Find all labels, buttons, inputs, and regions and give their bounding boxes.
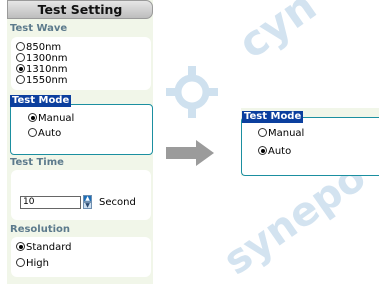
- test-time-heading: Test Time: [10, 157, 64, 168]
- wave-option-1300[interactable]: 1300nm: [16, 53, 68, 64]
- test-time-group: 10 ▲ ▼ Second: [11, 170, 151, 220]
- radio-icon: [28, 128, 37, 137]
- test-setting-panel: Test Setting Test Wave 850nm 1300nm 1310…: [7, 0, 153, 284]
- result-mode-option-manual[interactable]: Manual: [258, 128, 304, 139]
- radio-selected-icon: [16, 242, 25, 251]
- result-test-mode-panel: Test Mode Manual Auto: [241, 108, 379, 176]
- spin-up-icon[interactable]: ▲: [83, 195, 92, 202]
- test-mode-heading: Test Mode: [10, 95, 72, 107]
- resolution-heading: Resolution: [10, 224, 71, 235]
- gear-logo-icon: [166, 66, 218, 118]
- radio-selected-icon: [16, 64, 25, 73]
- spin-down-icon[interactable]: ▼: [83, 202, 92, 209]
- radio-icon: [16, 258, 25, 267]
- radio-selected-icon: [28, 113, 37, 122]
- arrow-right-icon: [166, 140, 214, 166]
- test-time-unit: Second: [99, 197, 136, 208]
- watermark-text-top: cyn: [229, 0, 325, 69]
- resolution-group: Standard High: [11, 237, 151, 277]
- resolution-option-standard[interactable]: Standard: [16, 242, 72, 253]
- test-time-stepper[interactable]: ▲ ▼: [83, 195, 92, 209]
- panel-title: Test Setting: [7, 0, 153, 19]
- test-wave-heading: Test Wave: [10, 23, 68, 34]
- test-wave-group: 850nm 1300nm 1310nm 1550nm: [11, 37, 151, 90]
- radio-icon: [16, 42, 25, 51]
- wave-option-1550[interactable]: 1550nm: [16, 75, 68, 86]
- test-time-input[interactable]: 10: [20, 196, 81, 209]
- radio-icon: [258, 128, 267, 137]
- mode-option-manual[interactable]: Manual: [28, 113, 74, 124]
- result-mode-option-auto[interactable]: Auto: [258, 146, 291, 157]
- radio-icon: [16, 53, 25, 62]
- radio-selected-icon: [258, 146, 267, 155]
- wave-option-1310[interactable]: 1310nm: [16, 64, 68, 75]
- resolution-option-high[interactable]: High: [16, 258, 49, 269]
- radio-icon: [16, 75, 25, 84]
- wave-option-850[interactable]: 850nm: [16, 42, 61, 53]
- result-test-mode-heading: Test Mode: [242, 111, 304, 123]
- mode-option-auto[interactable]: Auto: [28, 128, 61, 139]
